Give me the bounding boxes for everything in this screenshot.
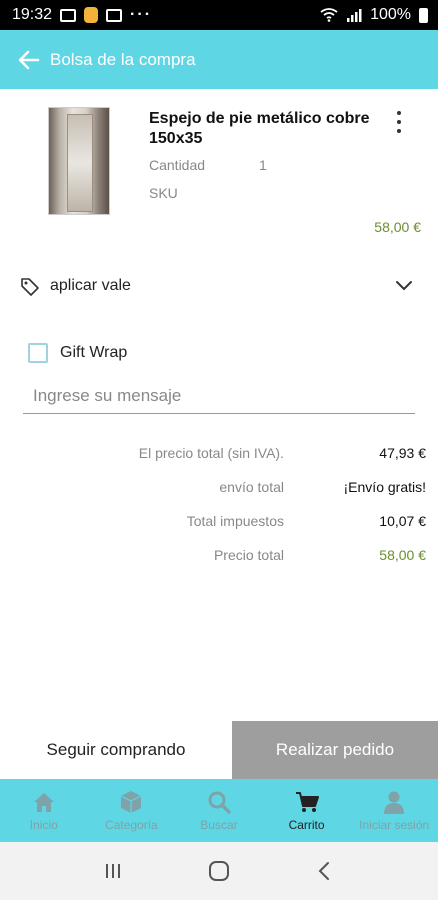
status-bar: 19:32 ··· 100%	[0, 0, 438, 30]
product-image[interactable]	[48, 107, 110, 215]
summary-value: ¡Envío gratis!	[343, 479, 426, 495]
more-notifications-icon: ···	[130, 6, 153, 23]
order-summary: El precio total (sin IVA). 47,93 € envío…	[0, 437, 438, 573]
place-order-button[interactable]: Realizar pedido	[232, 721, 438, 779]
sku-label: SKU	[149, 185, 178, 201]
continue-shopping-button[interactable]: Seguir comprando	[0, 721, 232, 779]
cart-item: Espejo de pie metálico cobre 150x35 Cant…	[0, 89, 438, 249]
battery-icon	[419, 7, 428, 23]
search-icon	[208, 791, 231, 814]
arrow-left-icon[interactable]	[18, 49, 40, 71]
summary-row-total: Precio total 58,00 €	[0, 539, 438, 573]
bottom-nav: Inicio Categoría Buscar Carrito Iniciar …	[0, 779, 438, 842]
gift-wrap-checkbox[interactable]	[28, 343, 48, 363]
summary-row-tax: Total impuestos 10,07 €	[0, 505, 438, 539]
video-icon	[106, 8, 123, 22]
summary-total-value: 58,00 €	[379, 547, 426, 563]
summary-value: 47,93 €	[379, 445, 426, 461]
recent-apps-icon[interactable]	[102, 860, 124, 882]
status-time: 19:32	[12, 6, 53, 23]
gift-wrap-option[interactable]: Gift Wrap	[28, 341, 127, 365]
nav-item-login[interactable]: Iniciar sesión	[350, 779, 438, 842]
nav-item-home[interactable]: Inicio	[0, 779, 88, 842]
nav-item-search[interactable]: Buscar	[175, 779, 263, 842]
message-input[interactable]	[23, 378, 415, 414]
gift-wrap-label: Gift Wrap	[60, 344, 128, 361]
home-button-icon[interactable]	[208, 860, 230, 882]
nav-item-cart[interactable]: Carrito	[263, 779, 351, 842]
nav-label: Inicio	[29, 818, 58, 832]
nav-label: Categoría	[105, 818, 158, 832]
gallery-icon	[60, 8, 77, 22]
notification-app-icon	[84, 7, 99, 23]
box-icon	[121, 791, 142, 813]
back-button-icon[interactable]	[314, 860, 336, 882]
checkout-actions: Seguir comprando Realizar pedido	[0, 721, 438, 779]
nav-label: Buscar	[200, 818, 238, 832]
system-nav-bar	[0, 842, 438, 900]
summary-label: El precio total (sin IVA).	[138, 445, 284, 461]
battery-percent: 100%	[370, 6, 411, 23]
page-title: Bolsa de la compra	[50, 49, 196, 69]
app-bar: Bolsa de la compra	[0, 30, 438, 89]
nav-label: Carrito	[288, 818, 325, 832]
tag-icon	[21, 278, 39, 296]
summary-label: envío total	[219, 479, 284, 495]
apply-voucher-row[interactable]: aplicar vale	[0, 264, 438, 308]
quantity-value: 1	[259, 157, 267, 173]
more-vertical-icon[interactable]	[391, 111, 407, 133]
summary-label: Total impuestos	[186, 513, 284, 529]
cart-icon	[295, 792, 319, 812]
summary-row-subtotal: El precio total (sin IVA). 47,93 €	[0, 437, 438, 471]
summary-label: Precio total	[213, 547, 284, 563]
wifi-icon	[320, 8, 338, 22]
product-price: 58,00 €	[374, 219, 421, 235]
nav-item-category[interactable]: Categoría	[88, 779, 176, 842]
apply-voucher-label: aplicar vale	[50, 277, 131, 294]
user-icon	[384, 791, 405, 814]
nav-label: Iniciar sesión	[359, 818, 430, 832]
signal-icon	[347, 9, 362, 22]
quantity-label: Cantidad	[149, 157, 206, 173]
product-name[interactable]: Espejo de pie metálico cobre 150x35	[149, 109, 389, 149]
chevron-down-icon[interactable]	[395, 280, 413, 292]
summary-row-shipping: envío total ¡Envío gratis!	[0, 471, 438, 505]
home-icon	[33, 793, 54, 812]
summary-value: 10,07 €	[379, 513, 426, 529]
